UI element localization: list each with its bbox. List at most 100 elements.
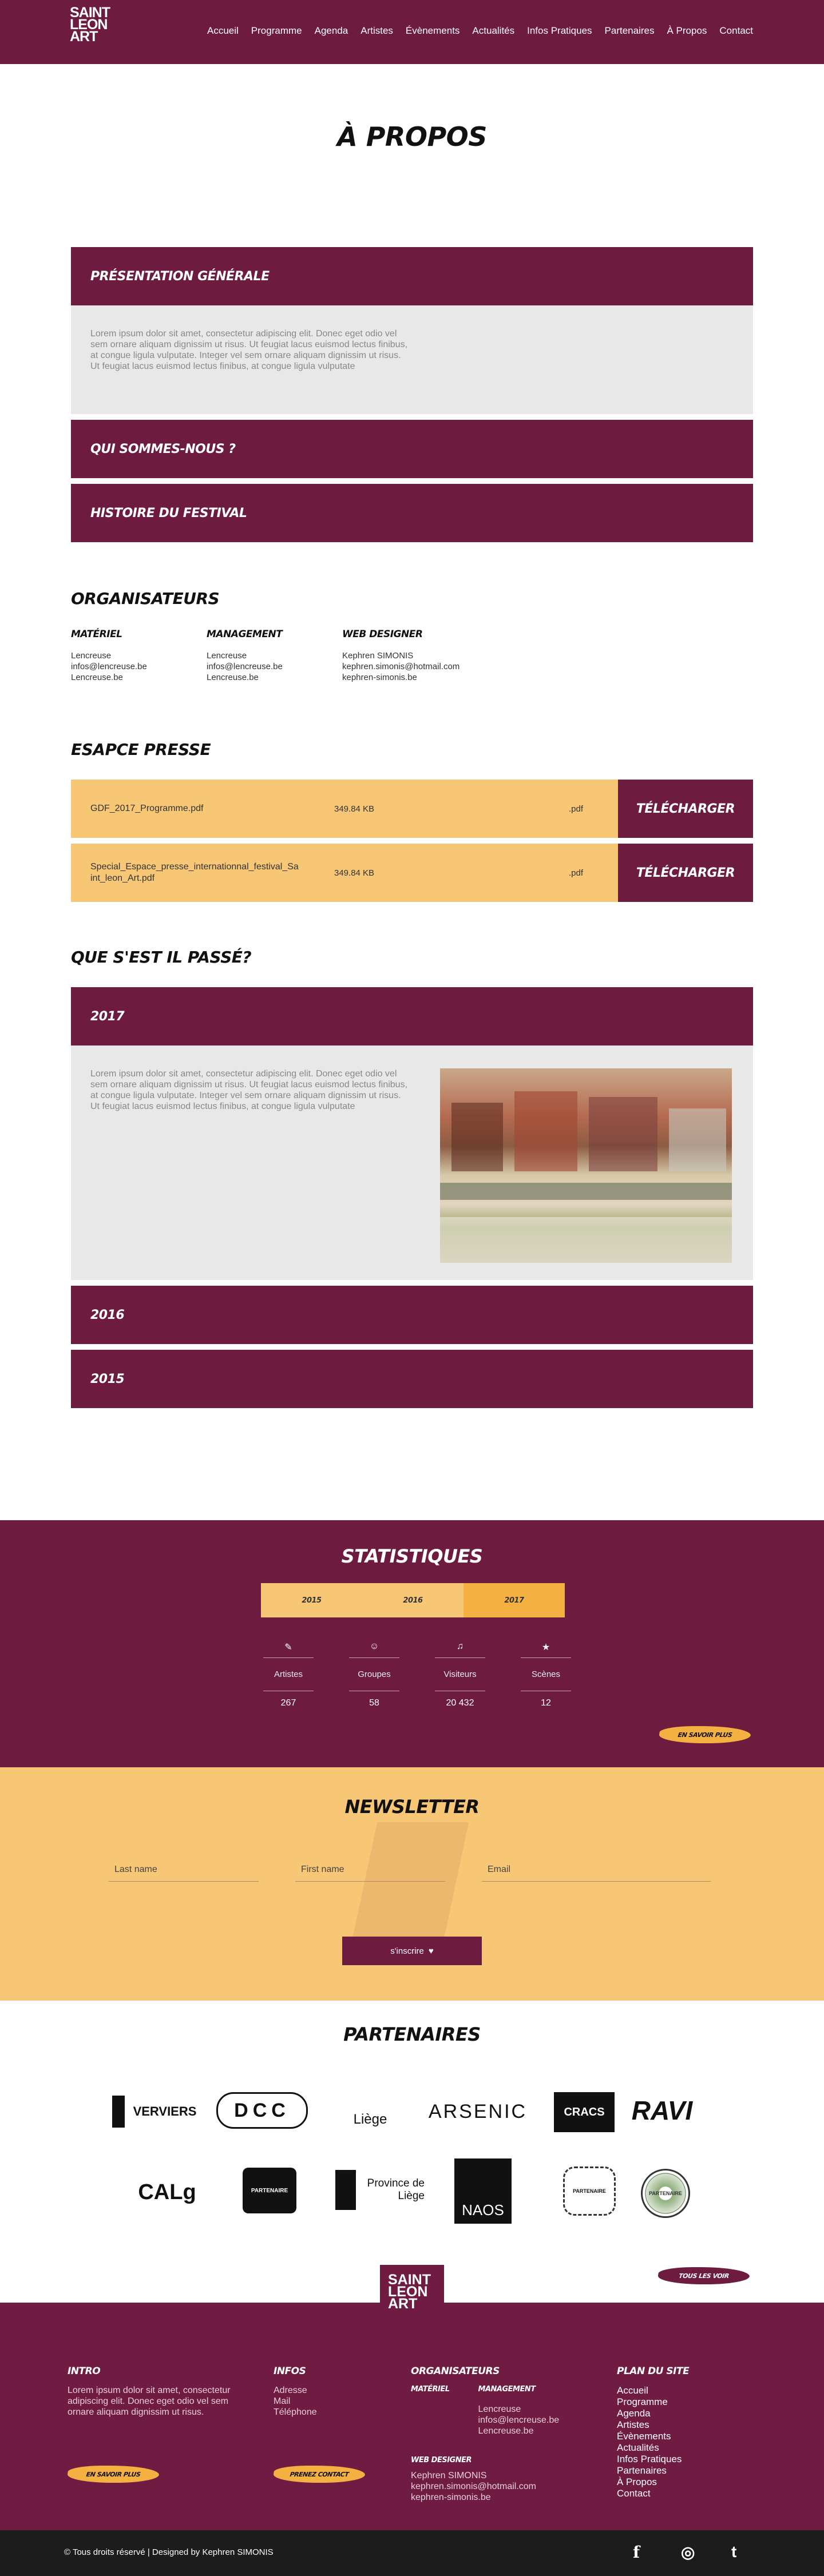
accordion-panel: Lorem ipsum dolor sit amet, consectetur … bbox=[71, 305, 753, 414]
organiser-email[interactable]: infos@lencreuse.be bbox=[207, 661, 342, 672]
sitemap-link[interactable]: Artistes bbox=[617, 2419, 731, 2431]
first-name-field[interactable]: First name bbox=[295, 1862, 445, 1882]
sitemap-link[interactable]: Contact bbox=[617, 2488, 731, 2499]
nav-item-a-propos[interactable]: À Propos bbox=[667, 25, 707, 37]
web-email[interactable]: kephren.simonis@hotmail.com bbox=[411, 2481, 617, 2492]
sitemap-link[interactable]: À Propos bbox=[617, 2476, 731, 2488]
stat-label: Artistes bbox=[274, 1669, 303, 1679]
partner-logo-province-liege[interactable]: Province de Liège bbox=[335, 2170, 425, 2210]
press-file-row: GDF_2017_Programme.pdf 349.84 KB .pdf TÉ… bbox=[71, 780, 753, 838]
management-website[interactable]: Lencreuse.be bbox=[478, 2426, 560, 2436]
newsletter-title: NEWSLETTER bbox=[344, 1796, 480, 1818]
accordion-header-2016[interactable]: 2016 bbox=[71, 1286, 753, 1344]
organiser-heading: MATÉRIEL bbox=[71, 629, 122, 640]
sitemap-link[interactable]: Infos Pratiques bbox=[617, 2454, 731, 2465]
nav-item-partenaires[interactable]: Partenaires bbox=[605, 25, 655, 37]
partner-logo-disc[interactable]: PARTENAIRE bbox=[641, 2169, 690, 2218]
edition-text: Lorem ipsum dolor sit amet, consectetur … bbox=[90, 1069, 408, 1111]
organiser-email[interactable]: infos@lencreuse.be bbox=[71, 661, 207, 672]
partner-logo-arsenic[interactable]: ARSENIC bbox=[413, 2096, 542, 2128]
tab-2015[interactable]: 2015 bbox=[261, 1583, 362, 1617]
edition-photo bbox=[440, 1068, 732, 1263]
nav-item-accueil[interactable]: Accueil bbox=[207, 25, 239, 37]
stat-visiteurs: ♫ Visiteurs 20 432 bbox=[435, 1641, 485, 1708]
stats-more-button[interactable]: EN SAVOIR PLUS bbox=[657, 1726, 752, 1743]
logo-line: ART bbox=[388, 2296, 418, 2312]
download-button[interactable]: TÉLÉCHARGER bbox=[618, 844, 753, 902]
facebook-icon[interactable]: f bbox=[633, 2543, 640, 2562]
organiser-website[interactable]: kephren-simonis.be bbox=[342, 672, 478, 683]
intro-more-button[interactable]: EN SAVOIR PLUS bbox=[66, 2466, 161, 2483]
logo-line: ART bbox=[70, 29, 98, 45]
sitemap-link[interactable]: Agenda bbox=[617, 2408, 731, 2419]
stat-groupes: ☺ Groupes 58 bbox=[349, 1641, 399, 1708]
sitemap-link[interactable]: Évènements bbox=[617, 2431, 731, 2442]
email-field[interactable]: Email bbox=[482, 1862, 711, 1882]
file-extension: .pdf bbox=[568, 868, 583, 878]
tab-2016[interactable]: 2016 bbox=[362, 1583, 464, 1617]
heart-icon: ♥ bbox=[428, 1946, 434, 1956]
accordion-header-qui-sommes-nous[interactable]: QUI SOMMES-NOUS ? bbox=[71, 420, 753, 478]
main-content: À PROPOS PRÉSENTATION GÉNÉRALE Lorem ips… bbox=[71, 64, 753, 1408]
contact-button[interactable]: PRENEZ CONTACT bbox=[272, 2466, 367, 2483]
file-name: GDF_2017_Programme.pdf bbox=[90, 804, 204, 813]
statistics-title: STATISTIQUES bbox=[341, 1545, 483, 1567]
download-button[interactable]: TÉLÉCHARGER bbox=[618, 780, 753, 838]
sitemap-link[interactable]: Partenaires bbox=[617, 2465, 731, 2476]
partner-logo-cracs[interactable]: CRACS bbox=[554, 2092, 615, 2132]
accordion-header-presentation[interactable]: PRÉSENTATION GÉNÉRALE bbox=[71, 247, 753, 305]
organiser-email[interactable]: kephren.simonis@hotmail.com bbox=[342, 661, 478, 672]
organiser-heading: WEB DESIGNER bbox=[342, 629, 423, 640]
group-icon: ☺ bbox=[369, 1641, 379, 1651]
file-name: Special_Espace_presse_internationnal_fes… bbox=[90, 862, 299, 883]
footer-webdesigner-heading: WEB DESIGNER bbox=[411, 2456, 472, 2464]
nav-item-evenements[interactable]: Évènements bbox=[406, 25, 460, 37]
tab-2017[interactable]: 2017 bbox=[464, 1583, 565, 1617]
last-name-field[interactable]: Last name bbox=[109, 1862, 259, 1882]
intro-text: Lorem ipsum dolor sit amet, consectetur … bbox=[68, 2386, 231, 2417]
partner-logo-dcc[interactable]: DCC bbox=[216, 2092, 308, 2129]
stat-value: 20 432 bbox=[446, 1698, 474, 1708]
stat-value: 267 bbox=[280, 1698, 296, 1708]
partner-logo-knot[interactable]: PARTENAIRE bbox=[563, 2166, 616, 2216]
web-website[interactable]: kephren-simonis.be bbox=[411, 2492, 617, 2503]
file-extension: .pdf bbox=[568, 804, 583, 814]
past-editions-section: QUE S'EST IL PASSÉ? 2017 Lorem ipsum dol… bbox=[71, 948, 753, 1408]
organiser-website[interactable]: Lencreuse.be bbox=[207, 672, 342, 683]
nav-item-programme[interactable]: Programme bbox=[251, 25, 302, 37]
nav-item-contact[interactable]: Contact bbox=[719, 25, 753, 37]
organiser-materiel: MATÉRIEL Lencreuse infos@lencreuse.be Le… bbox=[71, 629, 207, 683]
footer-logo[interactable]: SAINT LEON ART bbox=[380, 2265, 444, 2322]
partner-logo-cross[interactable]: PARTENAIRE bbox=[243, 2168, 296, 2213]
partner-logo-verviers[interactable]: VERVIERS bbox=[112, 2096, 205, 2128]
nav-item-agenda[interactable]: Agenda bbox=[315, 25, 348, 37]
partner-logo-ravi[interactable]: RAVI bbox=[626, 2094, 698, 2126]
nav-item-infos-pratiques[interactable]: Infos Pratiques bbox=[527, 25, 592, 37]
stat-scenes: ★ Scènes 12 bbox=[521, 1641, 571, 1708]
twitter-icon[interactable]: t bbox=[731, 2543, 736, 2561]
partners-title: PARTENAIRES bbox=[343, 2024, 481, 2045]
stage-icon: ★ bbox=[541, 1643, 550, 1652]
sitemap-link[interactable]: Programme bbox=[617, 2396, 731, 2408]
site-logo[interactable]: SAINT LEON ART bbox=[70, 6, 121, 45]
sitemap-link[interactable]: Accueil bbox=[617, 2385, 731, 2396]
partner-logo-liege[interactable]: Liège bbox=[344, 2081, 396, 2136]
all-partners-button[interactable]: TOUS LES VOIR bbox=[656, 2267, 751, 2284]
stat-label: Scènes bbox=[531, 1669, 561, 1679]
subscribe-button[interactable]: s'inscrire ♥ bbox=[342, 1937, 482, 1965]
sitemap-link[interactable]: Actualités bbox=[617, 2442, 731, 2454]
infos-phone[interactable]: Téléphone bbox=[274, 2407, 388, 2418]
management-email[interactable]: infos@lencreuse.be bbox=[478, 2415, 560, 2426]
accordion-header-2015[interactable]: 2015 bbox=[71, 1350, 753, 1408]
instagram-icon[interactable]: ◎ bbox=[681, 2543, 695, 2562]
partner-logo-naos[interactable]: NAOS bbox=[454, 2158, 512, 2224]
partner-logo-calg[interactable]: CALg bbox=[112, 2163, 222, 2215]
nav-item-artistes[interactable]: Artistes bbox=[360, 25, 393, 37]
organisers-section: ORGANISATEURS MATÉRIEL Lencreuse infos@l… bbox=[71, 589, 753, 683]
nav-item-actualites[interactable]: Actualités bbox=[472, 25, 514, 37]
main-nav: Accueil Programme Agenda Artistes Évènem… bbox=[207, 25, 753, 37]
accordion-header-histoire[interactable]: HISTOIRE DU FESTIVAL bbox=[71, 484, 753, 542]
infos-mail[interactable]: Mail bbox=[274, 2396, 388, 2407]
organiser-website[interactable]: Lencreuse.be bbox=[71, 672, 207, 683]
accordion-header-2017[interactable]: 2017 bbox=[71, 987, 753, 1045]
